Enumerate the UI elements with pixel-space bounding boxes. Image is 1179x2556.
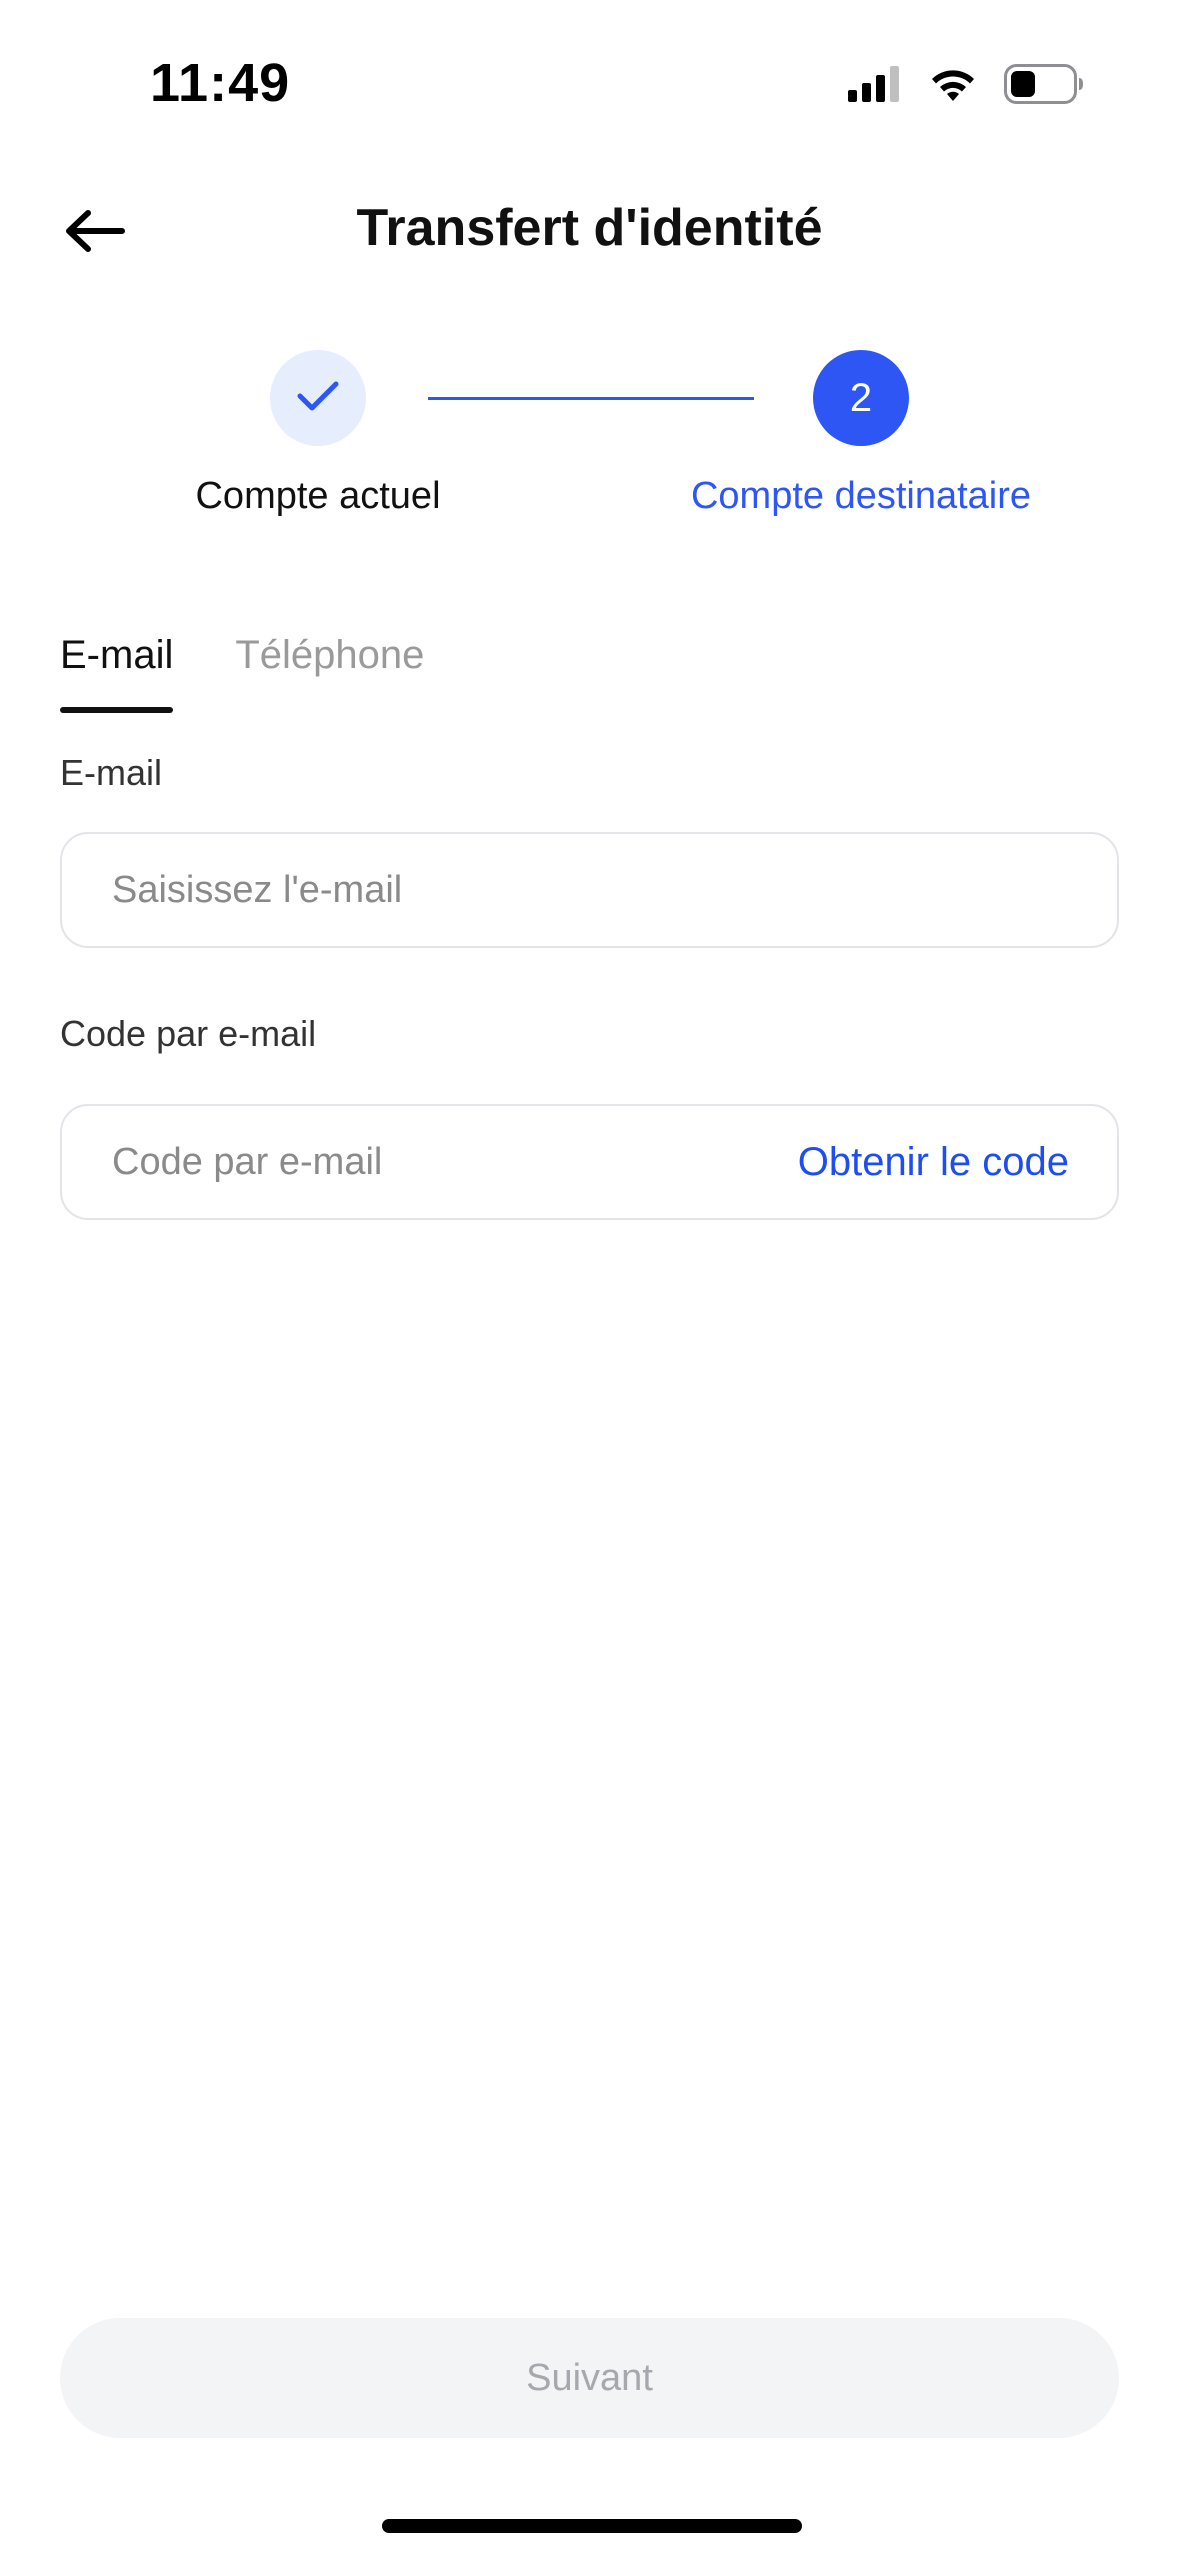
header: Transfert d'identité	[0, 180, 1179, 280]
tab-telephone[interactable]: Téléphone	[235, 633, 424, 713]
email-code-input[interactable]	[110, 1139, 798, 1185]
checkmark-icon	[296, 379, 340, 418]
email-code-field-container[interactable]: Obtenir le code	[60, 1104, 1119, 1220]
cellular-signal-icon	[848, 65, 902, 107]
page-title: Transfert d'identité	[356, 199, 823, 257]
email-input[interactable]	[110, 867, 1069, 913]
identity-transfer-screen: 11:49 Transfert d'identité 2 Compte actu…	[0, 0, 1179, 2556]
email-code-field-label: Code par e-mail	[60, 1013, 317, 1054]
wifi-icon	[928, 65, 978, 108]
email-field-container[interactable]	[60, 832, 1119, 948]
step-1-completed-indicator	[270, 350, 366, 446]
email-field-label: E-mail	[60, 752, 163, 793]
step-2-label: Compte destinataire	[690, 475, 1032, 517]
progress-stepper: 2 Compte actuel Compte destinataire	[0, 350, 1179, 540]
status-time: 11:49	[150, 53, 291, 113]
step-connector-line	[428, 397, 754, 400]
home-indicator	[382, 2519, 802, 2533]
status-bar: 11:49	[0, 0, 1179, 170]
tab-email[interactable]: E-mail	[60, 633, 174, 713]
get-code-button[interactable]: Obtenir le code	[798, 1140, 1069, 1185]
step-1-label: Compte actuel	[195, 475, 441, 517]
contact-method-tabs: E-mail Téléphone	[60, 633, 424, 713]
step-2-active-indicator: 2	[813, 350, 909, 446]
status-icons	[848, 62, 1084, 110]
battery-icon	[1004, 63, 1084, 109]
next-button[interactable]: Suivant	[60, 2318, 1119, 2438]
